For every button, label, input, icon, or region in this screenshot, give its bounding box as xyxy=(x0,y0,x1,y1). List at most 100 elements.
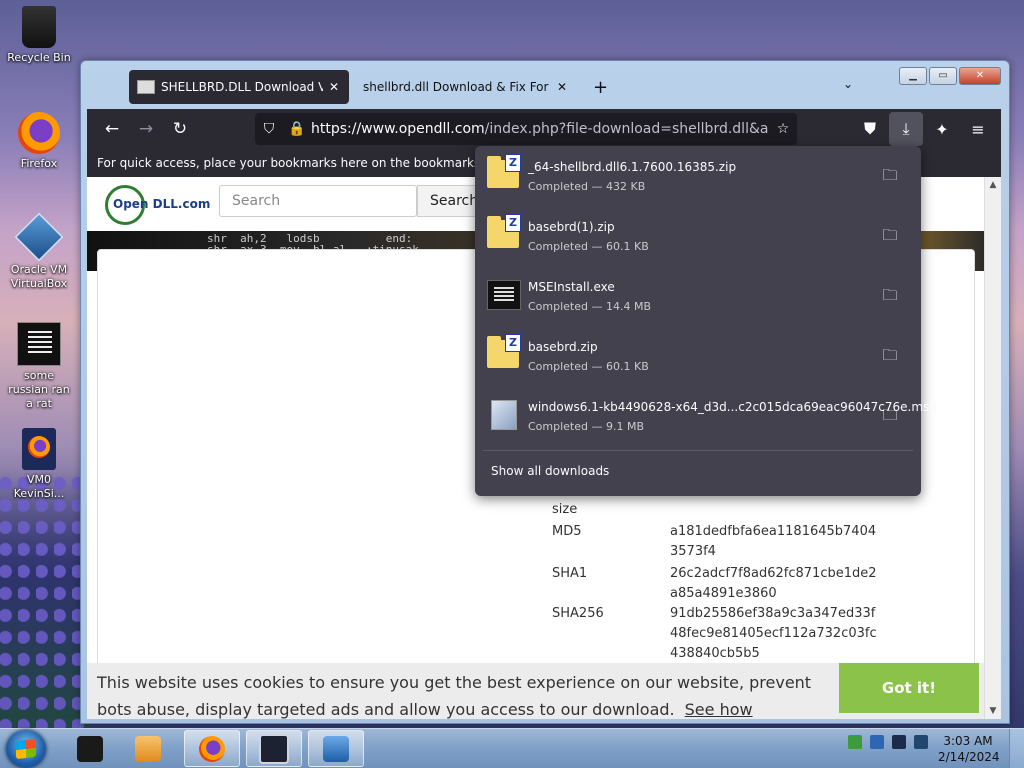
desktop-icon-firefox[interactable]: Firefox xyxy=(4,112,74,171)
desktop: Recycle Bin Firefox Oracle VM VirtualBox… xyxy=(0,0,1024,768)
download-filename: windows6.1-kb4490628-x64_d3d...c2c015dca… xyxy=(528,400,937,414)
back-arrow-icon: ← xyxy=(104,119,120,139)
show-all-downloads-button[interactable]: Show all downloads xyxy=(491,464,609,478)
lock-icon[interactable]: 🔒 xyxy=(283,121,311,137)
desktop-icon-recycle-bin[interactable]: Recycle Bin xyxy=(4,6,74,65)
terminal-icon xyxy=(259,733,289,764)
building-icon xyxy=(323,735,349,762)
media-player-icon xyxy=(135,735,161,762)
desktop-icon-vm0[interactable]: VM0 KevinSi... xyxy=(4,428,74,501)
row-value-md5: a181dedfbfa6ea1181645b74043573f4 xyxy=(670,524,877,559)
download-item[interactable]: MSEInstall.exe Completed — 14.4 MB 🗀 xyxy=(475,266,921,326)
start-button[interactable] xyxy=(6,730,46,768)
desktop-icon-label: Oracle VM VirtualBox xyxy=(10,263,68,290)
shield-icon[interactable]: ⛉ xyxy=(255,121,283,137)
desktop-icon-label: some russian ran a rat xyxy=(8,369,70,410)
maximize-button[interactable]: ▭ xyxy=(929,67,957,85)
recycle-bin-icon xyxy=(22,6,56,48)
desktop-icon-virtualbox[interactable]: Oracle VM VirtualBox xyxy=(4,212,74,291)
new-tab-button[interactable]: + xyxy=(593,77,608,98)
scroll-up-icon[interactable]: ▲ xyxy=(985,177,1001,193)
desktop-icon-label: Recycle Bin xyxy=(7,51,71,64)
open-folder-icon[interactable]: 🗀 xyxy=(879,284,901,306)
tab-shellbrd-download[interactable]: SHELLBRD.DLL Download Versio ✕ xyxy=(129,70,349,104)
minimize-button[interactable]: ▁ xyxy=(899,67,927,85)
taskbar: 3:03 AM 2/14/2024 xyxy=(0,728,1024,768)
url-path: /index.php?file-download=shellbrd.dll&ar… xyxy=(484,121,769,137)
taskbar-item-firefox[interactable] xyxy=(184,730,240,767)
pocket-icon[interactable]: ⛊ xyxy=(853,112,887,146)
scroll-down-icon[interactable]: ▼ xyxy=(985,703,1001,719)
download-status: Completed — 60.1 KB xyxy=(528,240,649,253)
tray-network-icon[interactable] xyxy=(870,735,884,749)
firefox-shortcut-icon xyxy=(22,428,56,470)
close-tab-icon[interactable]: ✕ xyxy=(557,80,567,94)
open-folder-icon[interactable]: 🗀 xyxy=(879,344,901,366)
reload-icon: ↻ xyxy=(172,119,188,139)
desktop-icon-russian-rat[interactable]: some russian ran a rat xyxy=(4,322,74,411)
row-label-md5: MD5 xyxy=(552,524,582,539)
download-filename: MSEInstall.exe xyxy=(528,280,615,294)
close-window-button[interactable]: ✕ xyxy=(959,67,1001,85)
virtualbox-icon xyxy=(14,212,64,262)
bookmark-star-icon[interactable]: ☆ xyxy=(769,121,797,137)
taskbar-item-app[interactable] xyxy=(308,730,364,767)
wallpaper-flowers xyxy=(0,468,90,728)
forward-arrow-icon: → xyxy=(138,119,154,139)
download-status: Completed — 9.1 MB xyxy=(528,420,645,433)
extensions-icon[interactable]: ✦ xyxy=(925,112,959,146)
tab-bar: SHELLBRD.DLL Download Versio ✕ shellbrd.… xyxy=(129,69,608,105)
desktop-icon-label: Firefox xyxy=(20,157,58,170)
downloads-icon[interactable]: ⤓ xyxy=(889,112,923,146)
reload-button[interactable]: ↻ xyxy=(163,112,197,146)
tab-shellbrd-fix[interactable]: shellbrd.dll Download & Fix For Win ✕ xyxy=(355,70,575,104)
download-item[interactable]: Z _64-shellbrd.dll6.1.7600.16385.zip Com… xyxy=(475,146,921,206)
url-text[interactable]: https://www.opendll.com/index.php?file-d… xyxy=(311,121,769,137)
window-controls: ▁ ▭ ✕ xyxy=(899,67,1001,85)
open-folder-icon[interactable]: 🗀 xyxy=(879,224,901,246)
system-tray xyxy=(848,735,928,749)
windows-logo-icon xyxy=(16,738,36,760)
cookie-message: This website uses cookies to ensure you … xyxy=(97,673,812,719)
row-value-sha1: 26c2adcf7f8ad62fc871cbe1de2a85a4891e3860 xyxy=(670,566,877,601)
site-search-button[interactable]: Search xyxy=(417,185,478,217)
download-status: Completed — 14.4 MB xyxy=(528,300,652,313)
tray-monitor-icon[interactable] xyxy=(892,735,906,749)
download-status: Completed — 432 KB xyxy=(528,180,646,193)
see-how-link[interactable]: See how xyxy=(685,700,753,719)
site-search-input[interactable]: Search xyxy=(219,185,417,217)
page-scrollbar[interactable]: ▲ ▼ xyxy=(984,177,1001,719)
download-item[interactable]: Z basebrd(1).zip Completed — 60.1 KB 🗀 xyxy=(475,206,921,266)
taskbar-item-terminal[interactable] xyxy=(246,730,302,767)
row-value-sha256: 91db25586ef38a9c3a347ed33f48fec9e81405ec… xyxy=(670,606,877,661)
forward-button[interactable]: → xyxy=(129,112,163,146)
firefox-icon xyxy=(199,735,225,762)
downloads-panel: Z _64-shellbrd.dll6.1.7600.16385.zip Com… xyxy=(475,146,937,496)
open-folder-icon[interactable]: 🗀 xyxy=(879,164,901,186)
tray-volume-icon[interactable] xyxy=(914,735,928,749)
zip-file-icon: Z xyxy=(487,154,521,188)
site-favicon-icon xyxy=(137,80,155,94)
cookie-banner: This website uses cookies to ensure you … xyxy=(87,663,987,719)
downloads-divider xyxy=(483,450,913,451)
tray-shield-icon[interactable] xyxy=(848,735,862,749)
open-folder-icon[interactable]: 🗀 xyxy=(879,404,901,426)
got-it-button[interactable]: Got it! xyxy=(839,663,979,713)
list-all-tabs-button[interactable]: ⌄ xyxy=(843,77,853,91)
download-item[interactable]: Z basebrd.zip Completed — 60.1 KB 🗀 xyxy=(475,326,921,386)
download-item[interactable]: windows6.1-kb4490628-x64_d3d...c2c015dca… xyxy=(475,386,937,446)
site-logo[interactable]: Open DLL.com xyxy=(105,185,210,225)
document-icon xyxy=(17,322,61,366)
show-desktop-button[interactable] xyxy=(1009,729,1024,768)
taskbar-item-recycle[interactable] xyxy=(62,730,118,767)
url-bar[interactable]: ⛉ 🔒 https://www.opendll.com/index.php?fi… xyxy=(255,113,797,145)
exe-file-icon xyxy=(487,280,521,310)
menu-icon[interactable]: ≡ xyxy=(961,112,995,146)
taskbar-clock[interactable]: 3:03 AM 2/14/2024 xyxy=(938,733,1000,765)
logo-text: Open DLL.com xyxy=(113,197,211,211)
back-button[interactable]: ← xyxy=(95,112,129,146)
zip-file-icon: Z xyxy=(487,214,521,248)
taskbar-item-media-player[interactable] xyxy=(120,730,176,767)
close-tab-icon[interactable]: ✕ xyxy=(329,80,339,94)
black-box-icon xyxy=(77,735,103,762)
